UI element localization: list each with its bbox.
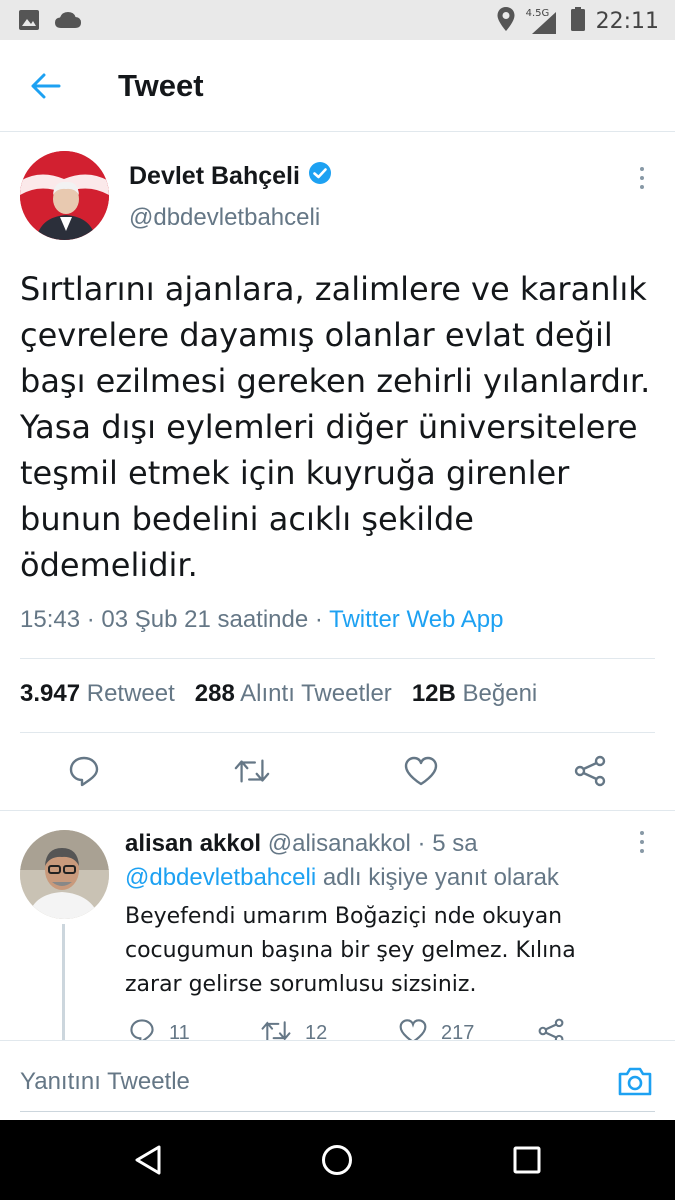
- reply-retweet-button[interactable]: 12: [261, 1018, 327, 1040]
- avatar-image: [20, 151, 109, 240]
- reply-context: @dbdevletbahceli adlı kişiye yanıt olara…: [125, 864, 559, 892]
- heart-icon: [399, 1019, 427, 1040]
- signal-icon: 4.5G: [526, 8, 560, 36]
- author-name-row: Devlet Bahçeli: [129, 161, 332, 192]
- camera-button[interactable]: [614, 1061, 656, 1101]
- share-button[interactable]: [572, 753, 608, 789]
- tweet-source-link[interactable]: Twitter Web App: [329, 606, 503, 633]
- verified-badge-icon: [308, 161, 332, 192]
- like-count: 217: [441, 1022, 475, 1040]
- page-title: Tweet: [118, 68, 204, 103]
- android-nav-bar: [0, 1120, 675, 1200]
- location-icon: [496, 6, 516, 37]
- divider: [20, 732, 655, 733]
- status-system: 4.5G 22:11: [496, 6, 659, 37]
- reply-compose-bar: Yanıtını Tweetle: [0, 1040, 675, 1120]
- back-button[interactable]: [28, 68, 64, 104]
- triangle-back-icon: [135, 1145, 161, 1175]
- separator: ·: [410, 830, 433, 857]
- reply-reply-button[interactable]: 11: [129, 1018, 190, 1040]
- reply-header: alisan akkol @alisanakkol · 5 sa: [125, 830, 478, 858]
- app-bar: Tweet: [0, 40, 675, 132]
- reply-to-suffix: adlı kişiye yanıt olarak: [316, 864, 559, 891]
- square-recents-icon: [513, 1146, 541, 1174]
- reply-time: 5 sa: [432, 830, 478, 857]
- reply-text: Beyefendi umarım Boğaziçi nde okuyan coc…: [125, 904, 576, 997]
- battery-icon: [570, 6, 586, 37]
- retweet-count: 12: [305, 1022, 328, 1040]
- retweet-icon: [234, 759, 270, 783]
- tweet-stats: 3.947 Retweet 288 Alıntı Tweetler 12B Be…: [20, 680, 537, 708]
- tweet-meta: 15:43 · 03 Şub 21 saatinde · Twitter Web…: [20, 606, 503, 634]
- retweet-icon: [261, 1021, 291, 1040]
- reply-author-handle[interactable]: @alisanakkol: [268, 830, 411, 857]
- reply-to-mention[interactable]: @dbdevletbahceli: [125, 864, 316, 891]
- heart-icon: [404, 756, 438, 786]
- clock: 22:11: [595, 9, 659, 34]
- nav-recents-button[interactable]: [507, 1140, 547, 1180]
- nav-home-button[interactable]: [317, 1140, 357, 1180]
- divider: [20, 658, 655, 659]
- status-notifications: [18, 9, 82, 36]
- reply-actions: 11 12 217: [125, 1018, 645, 1040]
- status-bar: 4.5G 22:11: [0, 0, 675, 40]
- quote-stat[interactable]: 288 Alıntı Tweetler: [195, 680, 392, 708]
- nav-back-button[interactable]: [128, 1140, 168, 1180]
- reply-button[interactable]: [66, 753, 102, 789]
- reply-like-button[interactable]: 217: [399, 1018, 474, 1040]
- reply-icon: [69, 756, 99, 787]
- arrow-left-icon: [31, 73, 61, 99]
- thread-line: [62, 924, 65, 1040]
- author-handle[interactable]: @dbdevletbahceli: [129, 204, 320, 232]
- retweet-button[interactable]: [234, 753, 270, 789]
- more-options-icon[interactable]: [628, 162, 656, 194]
- author-avatar[interactable]: [20, 151, 109, 240]
- tweet-actions: [0, 745, 675, 797]
- share-icon: [538, 1018, 564, 1040]
- reply-input[interactable]: Yanıtını Tweetle: [20, 1068, 190, 1096]
- reply-author-avatar[interactable]: [20, 830, 109, 919]
- like-button[interactable]: [403, 753, 439, 789]
- circle-home-icon: [322, 1145, 352, 1175]
- compose-underline: [20, 1111, 655, 1112]
- reply-share-button[interactable]: [537, 1018, 565, 1040]
- reply-icon: [130, 1019, 154, 1040]
- avatar-image: [20, 830, 109, 919]
- reply-more-options-icon[interactable]: [628, 830, 656, 854]
- reply-count: 11: [169, 1022, 190, 1040]
- author-name[interactable]: Devlet Bahçeli: [129, 162, 300, 191]
- tweet-text: Sırtlarını ajanlara, zalimlere ve karanl…: [20, 270, 651, 584]
- reply-author-name[interactable]: alisan akkol: [125, 830, 261, 857]
- share-icon: [574, 755, 606, 787]
- gallery-icon: [18, 9, 40, 36]
- like-stat[interactable]: 12B Beğeni: [412, 680, 537, 708]
- tweet-timestamp: 15:43 · 03 Şub 21 saatinde ·: [20, 606, 330, 633]
- section-divider: [0, 810, 675, 811]
- cloud-icon: [54, 10, 82, 35]
- retweet-stat[interactable]: 3.947 Retweet: [20, 680, 175, 708]
- camera-icon: [618, 1067, 652, 1096]
